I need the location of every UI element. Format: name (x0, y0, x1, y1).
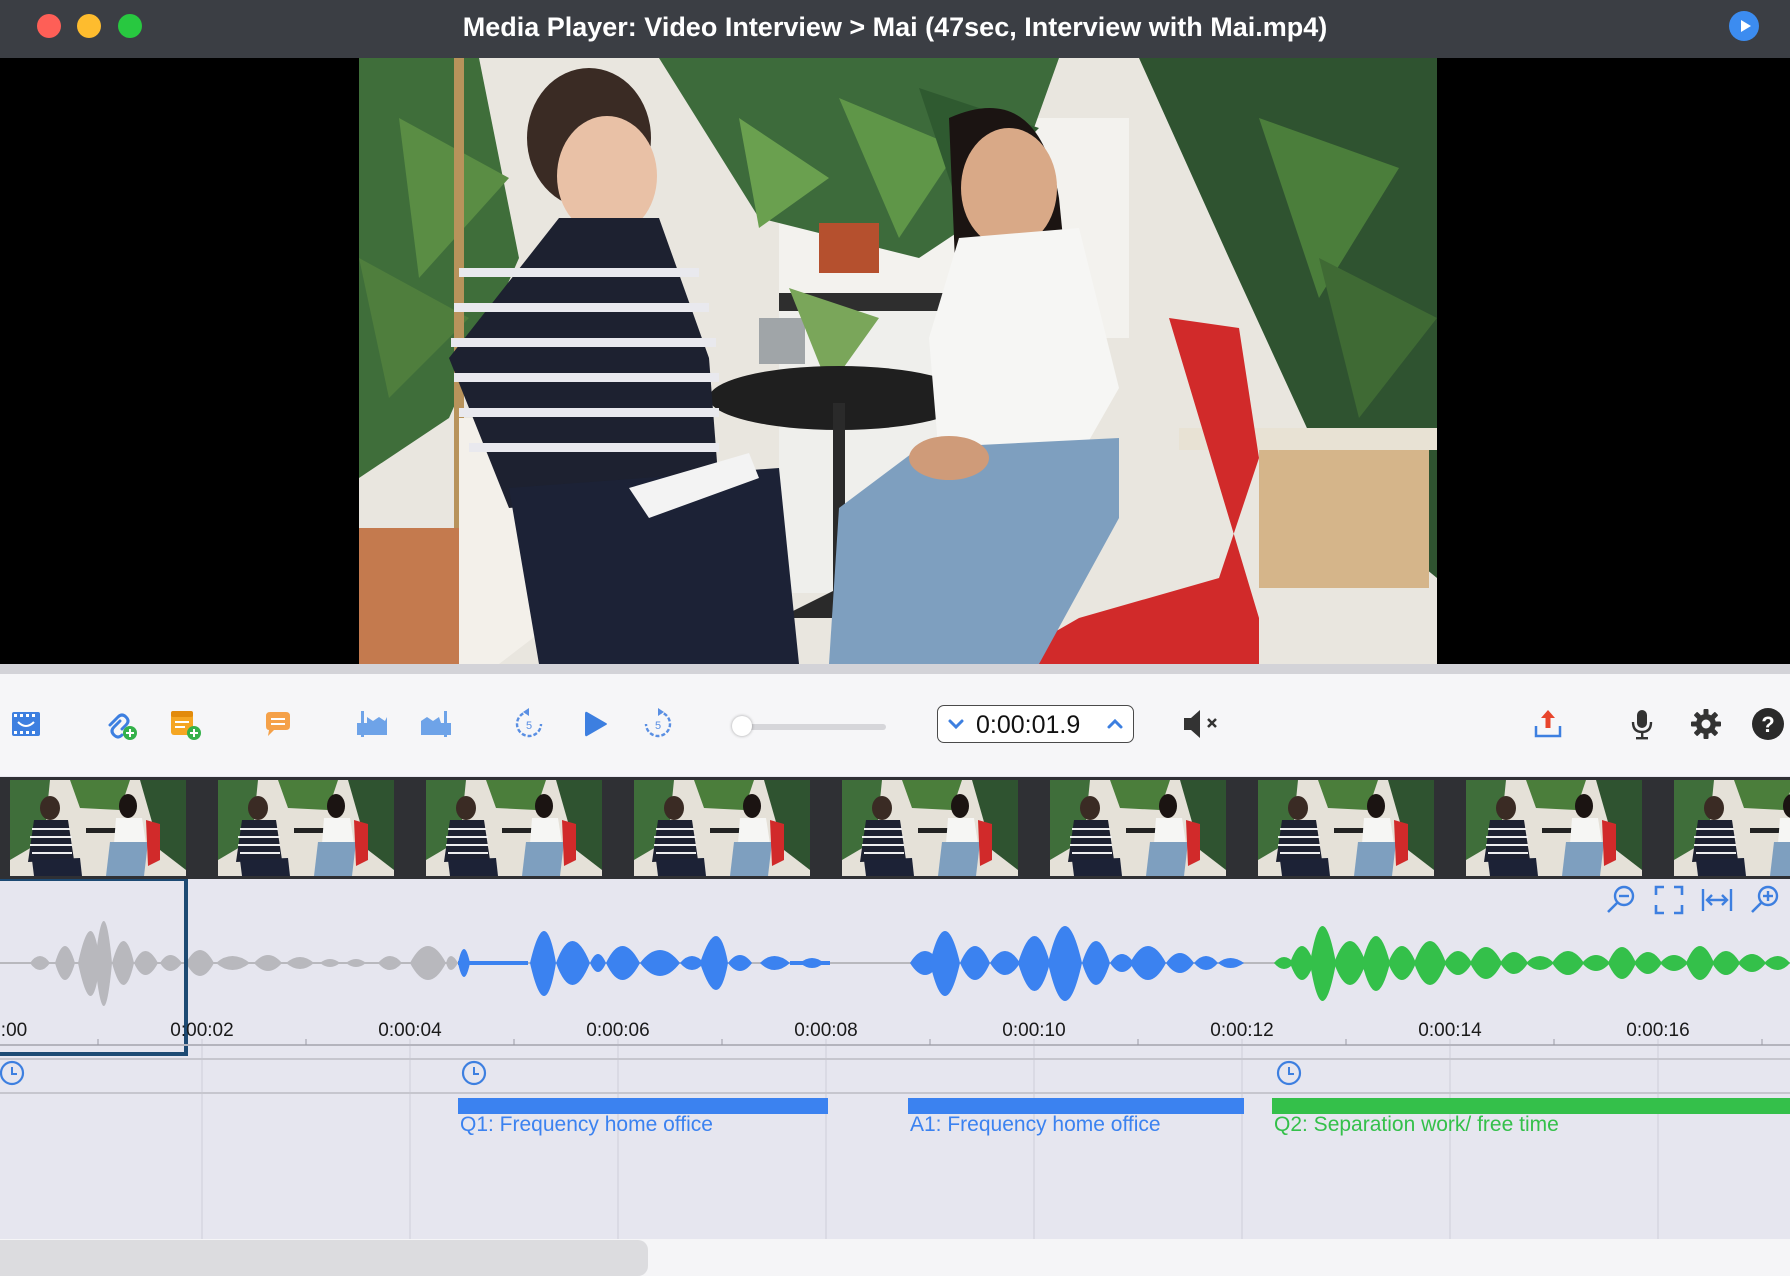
video-thumbnail[interactable] (1258, 780, 1434, 876)
video-thumbnail[interactable] (1674, 780, 1790, 876)
segment-label-q2[interactable]: Q2: Separation work/ free time (1274, 1113, 1559, 1137)
video-thumbnail[interactable] (634, 780, 810, 876)
video-thumbnail[interactable] (218, 780, 394, 876)
segment-bar-q1[interactable] (458, 1098, 828, 1114)
clock-marker-icon[interactable] (0, 1060, 25, 1086)
video-thumbnail[interactable] (1050, 780, 1226, 876)
waveform-blue-q1 (458, 931, 830, 996)
mute-button[interactable] (1180, 704, 1224, 744)
title-bar: Media Player: Video Interview > Mai (47s… (0, 0, 1790, 58)
svg-text:5: 5 (526, 720, 532, 732)
tick-label: 0:00:02 (170, 1020, 234, 1041)
export-icon[interactable] (1528, 704, 1568, 744)
add-link-icon[interactable] (101, 704, 141, 744)
window-title: Media Player: Video Interview > Mai (47s… (462, 12, 1328, 42)
tick-label: :00 (0, 1020, 28, 1041)
add-document-icon[interactable] (165, 704, 205, 744)
mute-icon (1184, 710, 1217, 738)
video-scene-image (359, 58, 1437, 664)
microphone-icon[interactable] (1622, 704, 1662, 744)
clip-start-icon[interactable] (352, 704, 392, 744)
title-play-icon[interactable] (1729, 11, 1759, 41)
horizontal-scrollbar[interactable] (0, 1240, 648, 1276)
video-thumbnail[interactable] (1466, 780, 1642, 876)
tick-label: 0:00:12 (1210, 1020, 1274, 1041)
clock-marker-icon[interactable] (461, 1060, 487, 1086)
volume-slider-track[interactable] (738, 724, 886, 730)
tick-label: 0:00:04 (378, 1020, 442, 1041)
play-icon (585, 711, 607, 737)
video-thumbnail[interactable] (426, 780, 602, 876)
thumbnail-strip[interactable] (0, 777, 1790, 879)
current-time[interactable]: 0:00:01.9 (976, 711, 1080, 740)
timeline[interactable]: :00 0:00:02 0:00:04 0:00:06 0:00:08 0:00… (0, 879, 1790, 1239)
svg-text:?: ? (1761, 712, 1774, 737)
tick-label: 0:00:14 (1418, 1020, 1482, 1041)
video-thumbnail[interactable] (842, 780, 1018, 876)
waveform-green-q2 (1274, 926, 1790, 1001)
segment-label-a1[interactable]: A1: Frequency home office (910, 1113, 1161, 1137)
volume-slider-knob[interactable] (732, 716, 752, 736)
tick-label: 0:00:16 (1626, 1020, 1690, 1041)
time-decrement-icon[interactable] (946, 714, 966, 734)
pane-splitter[interactable] (0, 664, 1790, 674)
play-button[interactable] (575, 704, 615, 744)
segment-bar-q2[interactable] (1272, 1098, 1790, 1114)
clock-marker-icon[interactable] (1276, 1060, 1302, 1086)
player-toolbar: 5 5 0:00:01.9 ? (0, 674, 1790, 776)
zoom-in-icon[interactable] (1748, 883, 1782, 917)
tick-label: 0:00:08 (794, 1020, 858, 1041)
svg-text:5: 5 (655, 720, 661, 732)
comment-icon[interactable] (258, 704, 298, 744)
settings-icon[interactable] (1686, 704, 1726, 744)
video-viewport[interactable] (0, 58, 1790, 664)
video-thumbnail[interactable] (10, 780, 186, 876)
forward-5-icon[interactable]: 5 (638, 704, 678, 744)
segment-bar-a1[interactable] (908, 1098, 1244, 1114)
help-icon[interactable]: ? (1748, 704, 1788, 744)
video-frame (359, 58, 1437, 664)
clip-end-icon[interactable] (416, 704, 456, 744)
rewind-5-icon[interactable]: 5 (509, 704, 549, 744)
zoom-out-icon[interactable] (1604, 883, 1638, 917)
tick-label: 0:00:06 (586, 1020, 650, 1041)
fit-icon[interactable] (1652, 883, 1686, 917)
stretch-icon[interactable] (1700, 883, 1734, 917)
segment-label-q1[interactable]: Q1: Frequency home office (460, 1113, 713, 1137)
waveform-gray (30, 921, 458, 1006)
tick-label: 0:00:10 (1002, 1020, 1066, 1041)
video-strip-icon[interactable] (6, 704, 46, 744)
timeline-canvas (0, 879, 1790, 1239)
time-stepper[interactable]: 0:00:01.9 (937, 705, 1134, 743)
time-increment-icon[interactable] (1105, 714, 1125, 734)
